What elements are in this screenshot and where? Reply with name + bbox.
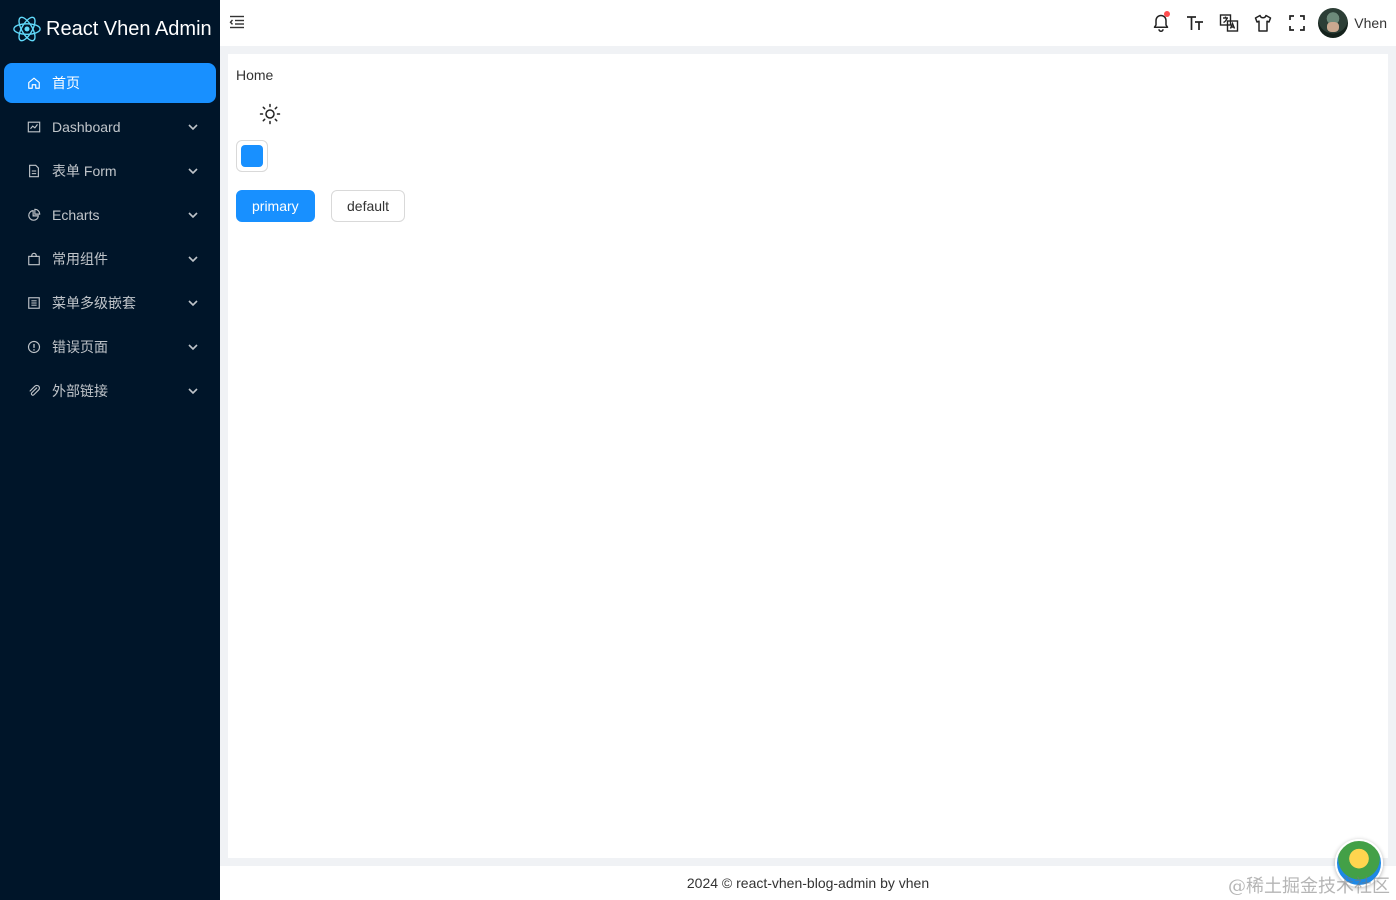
watermark: @稀土掘金技术社区 [1228, 876, 1390, 897]
chevron-down-icon [188, 168, 198, 175]
sidebar-item-exclamation[interactable]: 错误页面 [4, 327, 216, 367]
avatar [1318, 8, 1349, 38]
translate-icon [1220, 14, 1239, 32]
fullscreen-icon [1289, 15, 1306, 31]
chevron-down-icon [188, 212, 198, 219]
font-size-button[interactable] [1178, 6, 1212, 40]
list-icon [26, 295, 42, 311]
sidebar-item-label: 表单 Form [52, 163, 117, 179]
sidebar-item-label: 菜单多级嵌套 [52, 295, 136, 311]
chevron-down-icon [188, 300, 198, 307]
footer: 2024 © react-vhen-blog-admin by vhen [220, 866, 1396, 900]
shopping-bag-icon [26, 251, 42, 267]
sidebar-item-dashboard[interactable]: Dashboard [4, 107, 216, 147]
form-icon [26, 163, 42, 179]
fullscreen-button[interactable] [1280, 6, 1314, 40]
sidebar-item-label: 错误页面 [52, 339, 108, 355]
sidebar-item-list[interactable]: 菜单多级嵌套 [4, 283, 216, 323]
exclamation-icon [26, 339, 42, 355]
menu-fold-icon[interactable] [228, 13, 246, 31]
sidebar-item-home[interactable]: 首页 [4, 63, 216, 103]
react-logo-icon [13, 16, 41, 42]
theme-toggle[interactable] [258, 102, 282, 126]
notification-button[interactable] [1144, 6, 1178, 40]
skin-icon [1255, 14, 1272, 32]
primary-button[interactable]: primary [236, 190, 315, 222]
username: Vhen [1354, 15, 1387, 31]
sidebar-item-label: 外部链接 [52, 383, 108, 399]
header-tools: Vhen [1144, 0, 1396, 46]
dashboard-icon [26, 119, 42, 135]
pie-chart-icon [26, 207, 42, 223]
sidebar-menu: 首页 Dashboard 表单 Form Echarts 常用组件菜单多级嵌套 错误页面外… [0, 58, 220, 411]
brand[interactable]: React Vhen Admin [0, 0, 220, 58]
sidebar-item-label: Dashboard [52, 119, 121, 135]
chevron-down-icon [188, 256, 198, 263]
main-content: Home primary default [228, 54, 1388, 858]
theme-skin-button[interactable] [1246, 6, 1280, 40]
chevron-down-icon [188, 388, 198, 395]
user-menu[interactable]: Vhen [1318, 8, 1387, 38]
language-button[interactable] [1212, 6, 1246, 40]
paperclip-icon [26, 383, 42, 399]
breadcrumb[interactable]: Home [236, 67, 273, 83]
sidebar: React Vhen Admin 首页 Dashboard 表单 Form Echar… [0, 0, 220, 900]
chevron-down-icon [188, 344, 198, 351]
sidebar-item-form[interactable]: 表单 Form [4, 151, 216, 191]
top-header: Vhen [220, 0, 1396, 46]
app-title: React Vhen Admin [46, 17, 212, 40]
footer-text: 2024 © react-vhen-blog-admin by vhen [686, 875, 930, 891]
chevron-down-icon [188, 124, 198, 131]
theme-color-picker[interactable] [236, 140, 268, 172]
color-swatch [241, 145, 263, 167]
sidebar-item-shopping-bag[interactable]: 常用组件 [4, 239, 216, 279]
sun-icon [259, 103, 281, 125]
sidebar-item-label: 首页 [52, 75, 80, 91]
sidebar-item-label: 常用组件 [52, 251, 108, 267]
font-size-icon [1187, 16, 1204, 30]
default-button[interactable]: default [331, 190, 406, 222]
home-icon [26, 75, 42, 91]
sidebar-item-paperclip[interactable]: 外部链接 [4, 371, 216, 411]
sidebar-item-label: Echarts [52, 207, 100, 223]
sidebar-item-pie-chart[interactable]: Echarts [4, 195, 216, 235]
